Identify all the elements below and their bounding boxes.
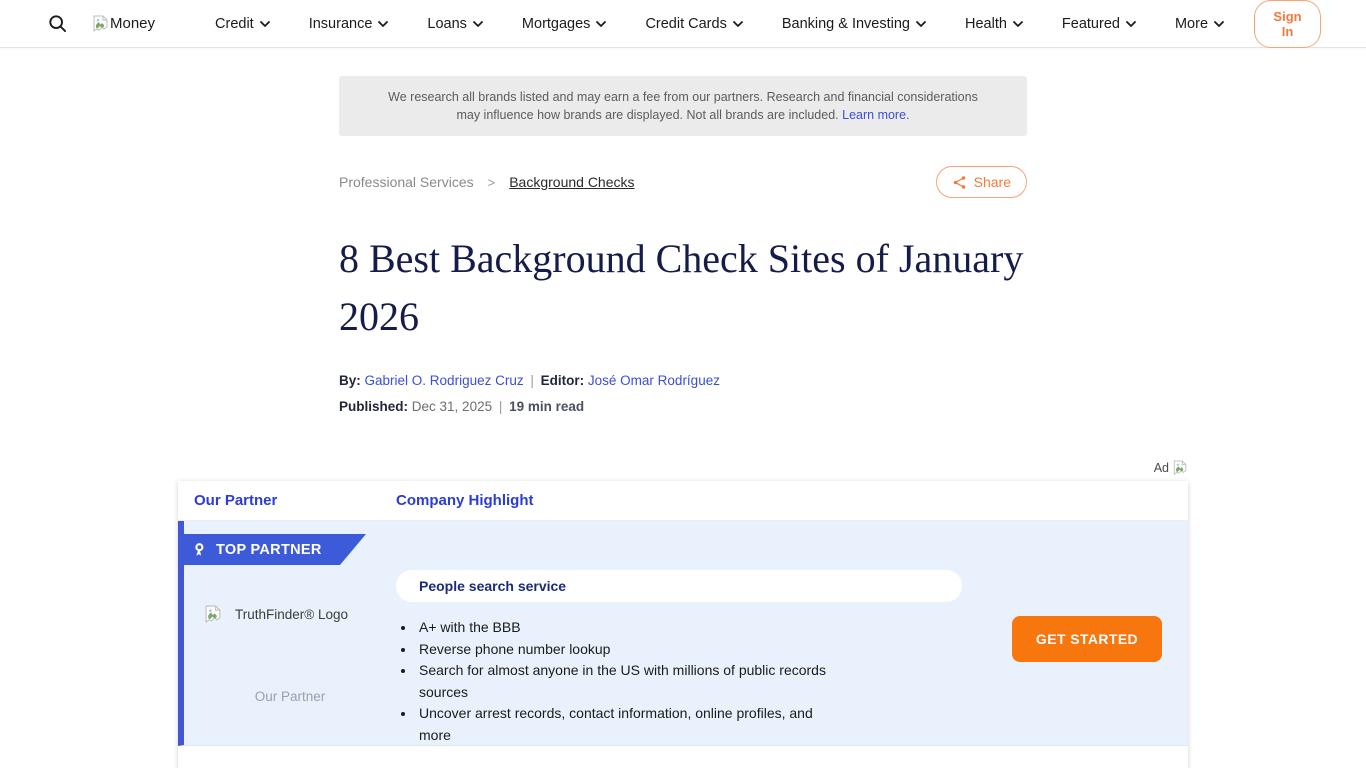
partner-logo-cell[interactable]: TruthFinder® Logo Our Partner xyxy=(184,565,396,746)
breadcrumb-parent[interactable]: Professional Services xyxy=(339,174,474,190)
company-highlight-cell: People search service A+ with the BBB Re… xyxy=(396,565,828,746)
nav-item[interactable]: Mortgages xyxy=(522,16,607,32)
by-label: By: xyxy=(339,373,361,388)
byline-separator: | xyxy=(527,373,537,388)
nav-item-label: Health xyxy=(965,16,1007,32)
nav-item-label: More xyxy=(1175,16,1208,32)
nav-item[interactable]: Insurance xyxy=(309,16,389,32)
published-label: Published: xyxy=(339,399,408,414)
chevron-down-icon xyxy=(733,21,743,27)
main-nav: Credit Insurance Loans Mortgages Credit … xyxy=(215,16,1224,32)
sign-in-button[interactable]: Sign In xyxy=(1254,0,1321,48)
nav-item-label: Credit Cards xyxy=(645,16,726,32)
byline-separator: | xyxy=(496,399,506,414)
chevron-down-icon xyxy=(378,21,388,27)
get-started-button[interactable]: GET STARTED xyxy=(1012,616,1162,662)
search-icon xyxy=(48,14,67,33)
share-icon xyxy=(952,175,967,190)
nav-item-label: Banking & Investing xyxy=(782,16,910,32)
nav-item[interactable]: Loans xyxy=(427,16,483,32)
site-header: Money Credit Insurance Loans Mortgages xyxy=(0,0,1366,48)
editor-link[interactable]: José Omar Rodríguez xyxy=(588,373,720,388)
partner-caption: Our Partner xyxy=(184,689,396,704)
ad-row: Ad xyxy=(178,460,1188,476)
ad-label: Ad xyxy=(1154,461,1169,475)
page-title: 8 Best Background Check Sites of January… xyxy=(339,230,1027,346)
highlight-bullet-list: A+ with the BBB Reverse phone number loo… xyxy=(416,617,828,746)
highlight-bullet: Search for almost anyone in the US with … xyxy=(416,660,828,703)
site-logo[interactable]: Money xyxy=(93,15,155,33)
breadcrumb-current[interactable]: Background Checks xyxy=(509,174,634,190)
broken-image-icon xyxy=(93,15,109,33)
column-header-company-highlight: Company Highlight xyxy=(396,492,534,509)
partner-comparison-card: Our Partner Company Highlight TOP PARTNE… xyxy=(178,481,1188,768)
breadcrumb-row: Professional Services > Background Check… xyxy=(339,165,1027,199)
chevron-down-icon xyxy=(1126,21,1136,27)
advertiser-disclosure: We research all brands listed and may ea… xyxy=(339,76,1027,136)
published-date: Dec 31, 2025 xyxy=(412,399,492,414)
breadcrumb-separator: > xyxy=(488,175,496,190)
nav-item-label: Insurance xyxy=(309,16,373,32)
broken-image-icon xyxy=(205,605,222,624)
nav-item-label: Mortgages xyxy=(522,16,591,32)
nav-item[interactable]: Credit xyxy=(215,16,270,32)
highlight-bullet: A+ with the BBB xyxy=(416,617,828,639)
chevron-down-icon xyxy=(1013,21,1023,27)
broken-image-icon xyxy=(1173,460,1188,476)
nav-item-label: Loans xyxy=(427,16,467,32)
chevron-down-icon xyxy=(473,21,483,27)
chevron-down-icon xyxy=(916,21,926,27)
editor-label: Editor: xyxy=(541,373,585,388)
highlight-bullet: Uncover arrest records, contact informat… xyxy=(416,703,828,746)
share-label: Share xyxy=(974,174,1011,190)
nav-item[interactable]: More xyxy=(1175,16,1224,32)
read-time: 19 min read xyxy=(509,399,584,414)
top-partner-label: TOP PARTNER xyxy=(216,542,322,558)
chevron-down-icon xyxy=(260,21,270,27)
column-header-our-partner: Our Partner xyxy=(178,492,396,509)
top-partner-banner: TOP PARTNER xyxy=(178,534,366,565)
chevron-down-icon xyxy=(596,21,606,27)
search-button[interactable] xyxy=(48,14,67,33)
nav-item-label: Credit xyxy=(215,16,254,32)
nav-item-label: Featured xyxy=(1062,16,1120,32)
share-button[interactable]: Share xyxy=(936,166,1027,198)
learn-more-link[interactable]: Learn more. xyxy=(842,108,909,122)
nav-item[interactable]: Credit Cards xyxy=(645,16,742,32)
highlight-pill: People search service xyxy=(396,570,962,602)
logo-text: Money xyxy=(110,15,155,32)
byline: By: Gabriel O. Rodriguez Cruz | Editor: … xyxy=(339,372,1027,416)
author-link[interactable]: Gabriel O. Rodriguez Cruz xyxy=(365,373,524,388)
next-partner-row xyxy=(178,746,1188,768)
nav-item[interactable]: Health xyxy=(965,16,1023,32)
nav-item[interactable]: Featured xyxy=(1062,16,1136,32)
partner-card-header: Our Partner Company Highlight xyxy=(178,481,1188,521)
partner-logo-alt: TruthFinder® Logo xyxy=(235,607,348,622)
award-ribbon-icon xyxy=(193,542,207,558)
highlight-bullet: Reverse phone number lookup xyxy=(416,639,828,661)
chevron-down-icon xyxy=(1214,21,1224,27)
top-partner-row: TOP PARTNER TruthFinder® Logo Our Partne… xyxy=(178,521,1188,746)
breadcrumb: Professional Services > Background Check… xyxy=(339,174,635,190)
nav-item[interactable]: Banking & Investing xyxy=(782,16,926,32)
